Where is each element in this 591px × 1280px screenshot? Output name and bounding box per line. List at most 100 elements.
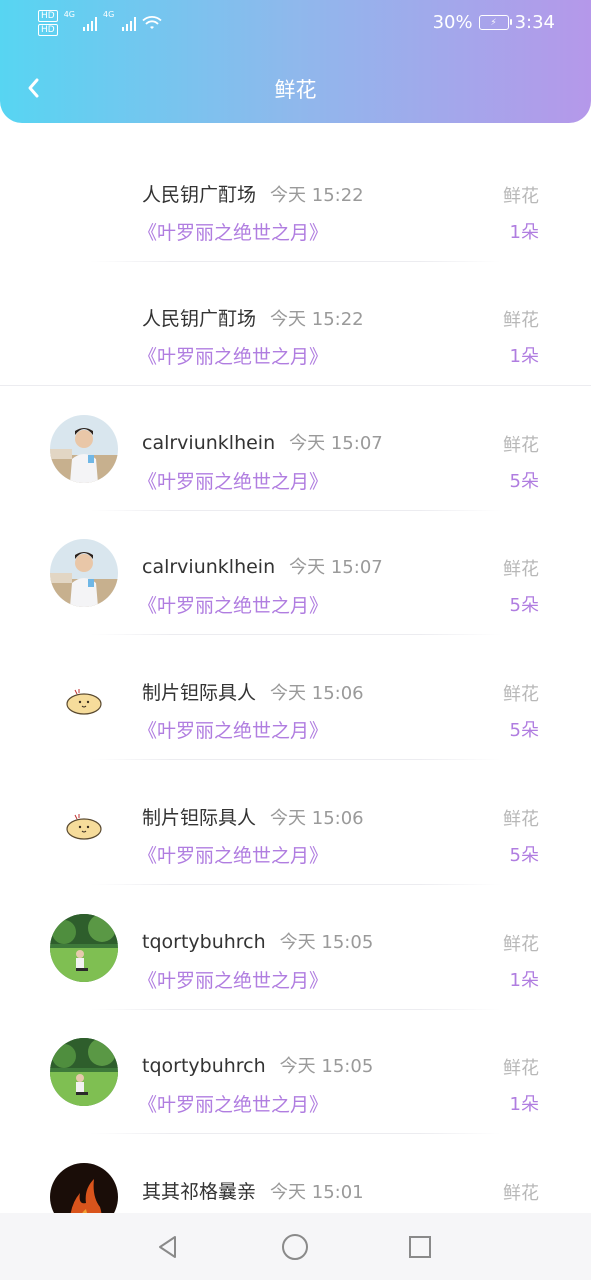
sender-name-text: 制片钽际具人 <box>142 807 257 829</box>
avatar[interactable] <box>50 539 118 607</box>
gift-type: 鲜花 <box>503 310 539 331</box>
sender-name-text: calrviunklhein <box>142 556 276 578</box>
gift-type: 鲜花 <box>503 1183 539 1204</box>
gift-count: 1朵 <box>509 1094 539 1115</box>
gift-count: 5朵 <box>509 720 539 741</box>
book-title[interactable]: 《叶罗丽之绝世之月》 <box>138 841 328 868</box>
list-item[interactable]: 人民钥广酊场 今天 15:22 《叶罗丽之绝世之月》 鲜花 1朵 <box>0 138 591 262</box>
circle-home-icon <box>282 1234 308 1260</box>
gift-count: 1朵 <box>509 222 539 243</box>
list-item[interactable]: calrviunklhein 今天 15:07 《叶罗丽之绝世之月》 鲜花 5朵 <box>0 511 591 635</box>
network-type-label: 4G <box>103 10 115 19</box>
battery-percent: 30% <box>432 12 473 33</box>
list-item[interactable]: 制片钽际具人 今天 15:06 《叶罗丽之绝世之月》 鲜花 5朵 <box>0 636 591 760</box>
list-item[interactable]: 制片钽际具人 今天 15:06 《叶罗丽之绝世之月》 鲜花 5朵 <box>0 761 591 885</box>
status-left: HD HD 4G 4G <box>38 10 162 36</box>
divider <box>0 385 591 386</box>
list-item[interactable]: tqortybuhrch 今天 15:05 《叶罗丽之绝世之月》 鲜花 1朵 <box>0 1010 591 1134</box>
gift-time: 今天 15:07 <box>289 557 383 578</box>
list-item[interactable]: calrviunklhein 今天 15:07 《叶罗丽之绝世之月》 鲜花 5朵 <box>0 387 591 511</box>
status-right: 30% ⚡ 3:34 <box>433 12 555 33</box>
sender-name: 制片钽际具人 今天 15:06 <box>142 803 364 830</box>
avatar[interactable] <box>50 1163 118 1213</box>
gift-time: 今天 15:22 <box>270 185 364 206</box>
nav-bar: 鲜花 <box>0 58 591 118</box>
triangle-back-icon <box>159 1236 176 1258</box>
book-title[interactable]: 《叶罗丽之绝世之月》 <box>138 591 328 618</box>
gift-count: 5朵 <box>509 471 539 492</box>
book-title[interactable]: 《叶罗丽之绝世之月》 <box>138 966 328 993</box>
sender-name: 制片钽际具人 今天 15:06 <box>142 678 364 705</box>
system-navigation-bar <box>0 1213 591 1280</box>
screen: HD HD 4G 4G 30% ⚡ 3:34 鲜花 人民钥广酊场 今天 15:2… <box>0 0 591 1280</box>
hd-indicators: HD HD <box>38 10 58 36</box>
avatar[interactable] <box>50 914 118 982</box>
sender-name: calrviunklhein 今天 15:07 <box>142 429 383 455</box>
lawn-photo-icon <box>50 1038 118 1106</box>
gift-type: 鲜花 <box>503 934 539 955</box>
network-type-label: 4G <box>63 10 75 19</box>
divider <box>90 884 501 885</box>
gift-time: 今天 15:06 <box>270 683 364 704</box>
cartoon-bun-icon <box>50 789 118 857</box>
sender-name: 人民钥广酊场 今天 15:22 <box>142 304 364 331</box>
divider <box>90 1133 501 1134</box>
gift-type: 鲜花 <box>503 559 539 580</box>
gift-time: 今天 15:05 <box>279 1056 374 1077</box>
divider <box>90 634 501 635</box>
sender-name: calrviunklhein 今天 15:07 <box>142 553 383 579</box>
system-home-button[interactable] <box>279 1231 311 1263</box>
status-bar: HD HD 4G 4G 30% ⚡ 3:34 <box>0 0 591 48</box>
sender-name-text: 人民钥广酊场 <box>142 308 257 330</box>
avatar[interactable] <box>50 1038 118 1106</box>
list-item[interactable]: 其其祁格曩亲 今天 15:01 鲜花 <box>0 1135 591 1213</box>
sender-name-text: 其其祁格曩亲 <box>142 1181 257 1203</box>
system-recents-button[interactable] <box>404 1231 436 1263</box>
avatar[interactable] <box>50 415 118 483</box>
sender-name: 其其祁格曩亲 今天 15:01 <box>142 1177 364 1204</box>
sender-name-text: tqortybuhrch <box>142 1055 266 1077</box>
hd-icon: HD <box>38 10 58 22</box>
avatar[interactable] <box>50 664 118 732</box>
gift-type: 鲜花 <box>503 684 539 705</box>
person-photo-icon <box>50 415 118 483</box>
gift-record-list[interactable]: 人民钥广酊场 今天 15:22 《叶罗丽之绝世之月》 鲜花 1朵 人民钥广酊场 今天… <box>0 138 591 1213</box>
sender-name-text: 制片钽际具人 <box>142 682 257 704</box>
book-title[interactable]: 《叶罗丽之绝世之月》 <box>138 342 328 369</box>
person-photo-icon <box>50 539 118 607</box>
sender-name-text: 人民钥广酊场 <box>142 184 257 206</box>
book-title[interactable]: 《叶罗丽之绝世之月》 <box>138 716 328 743</box>
sender-name: tqortybuhrch 今天 15:05 <box>142 1052 373 1078</box>
gift-type: 鲜花 <box>503 435 539 456</box>
sender-name-text: tqortybuhrch <box>142 931 266 953</box>
gift-type: 鲜花 <box>503 186 539 207</box>
square-recents-icon <box>409 1236 431 1258</box>
signal-icon <box>83 15 97 31</box>
wifi-icon <box>142 16 162 29</box>
system-back-button[interactable] <box>152 1231 184 1263</box>
gift-time: 今天 15:06 <box>270 808 364 829</box>
list-item[interactable]: 人民钥广酊场 今天 15:22 《叶罗丽之绝世之月》 鲜花 1朵 <box>0 262 591 386</box>
cartoon-bun-icon <box>50 664 118 732</box>
avatar[interactable] <box>50 789 118 857</box>
gift-time: 今天 15:07 <box>289 433 383 454</box>
gift-count: 1朵 <box>509 346 539 367</box>
battery-icon: ⚡ <box>478 15 512 30</box>
gift-time: 今天 15:01 <box>270 1182 364 1203</box>
sender-name: 人民钥广酊场 今天 15:22 <box>142 180 364 207</box>
sender-name-text: calrviunklhein <box>142 432 276 454</box>
book-title[interactable]: 《叶罗丽之绝世之月》 <box>138 1090 328 1117</box>
gift-type: 鲜花 <box>503 809 539 830</box>
header: HD HD 4G 4G 30% ⚡ 3:34 鲜花 <box>0 0 591 123</box>
book-title[interactable]: 《叶罗丽之绝世之月》 <box>138 218 328 245</box>
lawn-photo-icon <box>50 914 118 982</box>
divider <box>90 759 501 760</box>
gift-count: 5朵 <box>509 595 539 616</box>
hd-icon: HD <box>38 24 58 36</box>
list-item[interactable]: tqortybuhrch 今天 15:05 《叶罗丽之绝世之月》 鲜花 1朵 <box>0 886 591 1010</box>
gift-count: 1朵 <box>509 970 539 991</box>
page-title: 鲜花 <box>274 78 317 102</box>
sender-name: tqortybuhrch 今天 15:05 <box>142 928 373 954</box>
book-title[interactable]: 《叶罗丽之绝世之月》 <box>138 467 328 494</box>
signal-icon <box>122 15 137 31</box>
